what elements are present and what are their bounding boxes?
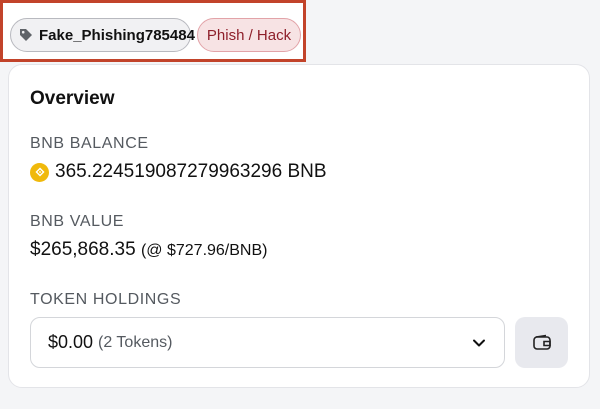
overview-card: Overview BNB BALANCE 365.224519087279963… [8,64,590,388]
bnb-balance-value: 365.224519087279963296 BNB [55,161,327,182]
bnb-balance-row: 365.224519087279963296 BNB [30,161,327,183]
wallet-icon [532,334,551,350]
token-holdings-value: $0.00 [48,332,94,352]
address-tag-bar: Fake_Phishing785484 Phish / Hack [0,0,306,62]
overview-title: Overview [30,88,115,109]
wallet-button[interactable] [515,317,568,368]
bnb-price-rate: (@ $727.96/BNB) [140,242,268,259]
phish-hack-tag[interactable]: Phish / Hack [197,18,301,52]
token-holdings-dropdown[interactable]: $0.00 (2 Tokens) [30,317,505,368]
chevron-down-icon [473,339,485,347]
token-holdings-label: TOKEN HOLDINGS [30,291,182,308]
bnb-balance-label: BNB BALANCE [30,135,149,152]
name-tag[interactable]: Fake_Phishing785484 [10,18,195,52]
bnb-value-label: BNB VALUE [30,213,125,230]
phish-hack-label: Phish / Hack [206,26,292,44]
bnb-value-amount: $265,868.35 [30,239,136,260]
bnb-value-row: $265,868.35 (@ $727.96/BNB) [30,239,267,261]
tag-icon [20,29,32,41]
bnb-coin-icon [30,162,49,182]
name-tag-label: Fake_Phishing785484 [39,26,195,44]
token-holdings-count: (2 Tokens) [98,333,173,351]
